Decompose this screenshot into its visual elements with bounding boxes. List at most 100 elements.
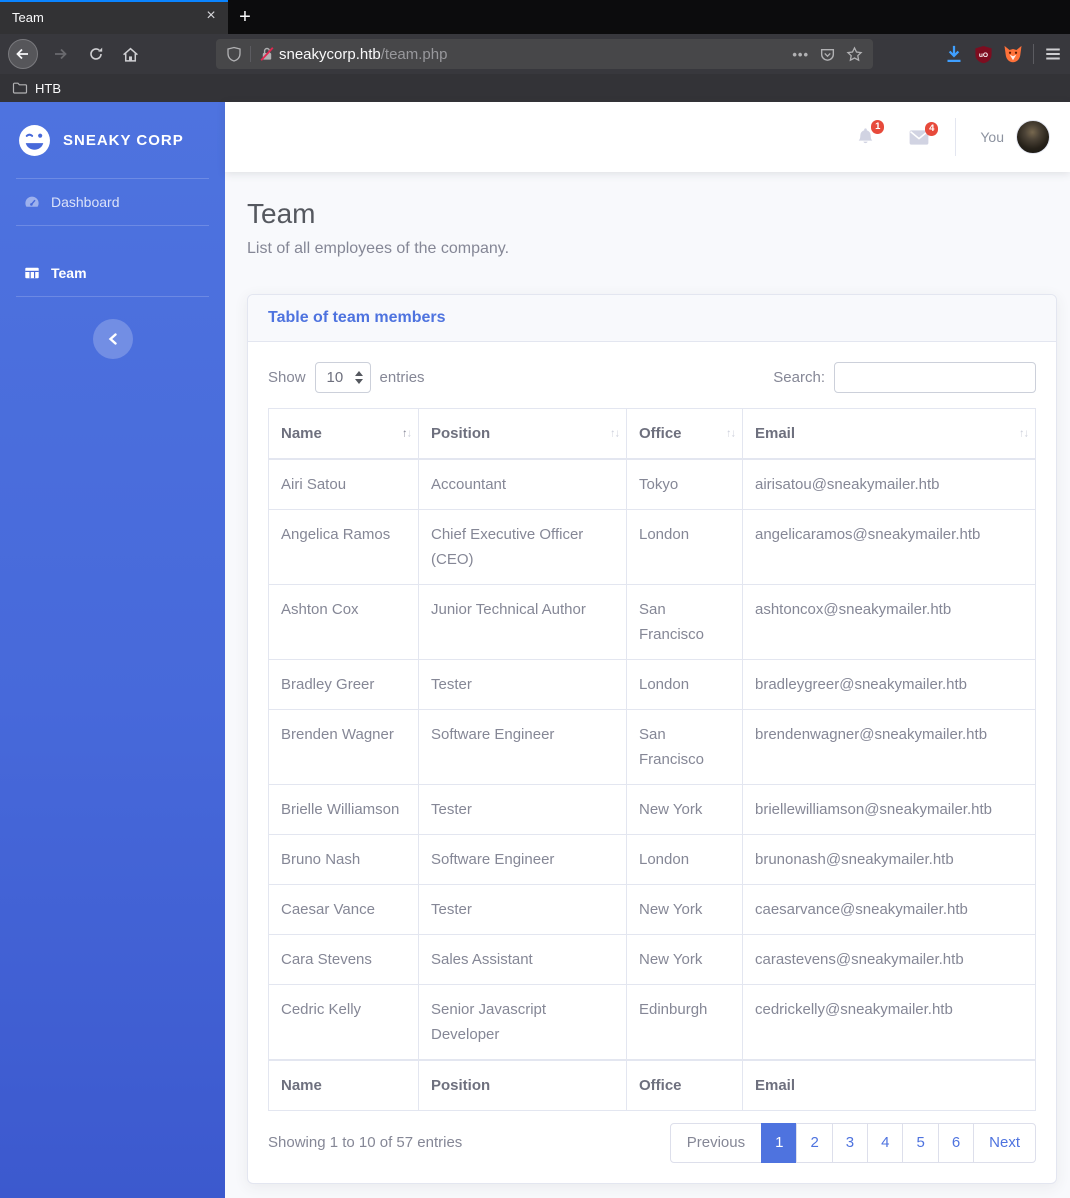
table-row: Airi Satou Accountant Tokyo airisatou@sneak… xyxy=(268,458,1036,510)
back-button[interactable] xyxy=(8,39,38,69)
column-header-name[interactable]: Name ↑↓ xyxy=(268,408,419,460)
bookmark-star-icon[interactable] xyxy=(846,45,863,63)
team-card: Table of team members Show 10 entries Se… xyxy=(247,294,1057,1184)
cell-name: Airi Satou xyxy=(268,458,419,510)
tab-title: Team xyxy=(12,9,44,25)
sidebar-item-dashboard[interactable]: Dashboard xyxy=(0,179,225,225)
page-content: Team List of all employees of the compan… xyxy=(225,172,1070,1184)
tab-strip: Team × + xyxy=(0,0,1070,34)
column-header-position[interactable]: Position ↑↓ xyxy=(418,408,627,460)
brand-label: SNEAKY CORP xyxy=(63,131,184,149)
menu-icon[interactable] xyxy=(1044,45,1062,63)
ublock-icon[interactable]: uO xyxy=(974,45,993,64)
cell-email: bradleygreer@sneakymailer.htb xyxy=(742,659,1036,710)
cell-position: Sales Assistant xyxy=(418,934,627,985)
cell-name: Bruno Nash xyxy=(268,834,419,885)
cell-office: San Francisco xyxy=(626,584,743,660)
cell-name: Cara Stevens xyxy=(268,934,419,985)
alerts-button[interactable]: 1 xyxy=(856,120,885,147)
pagination-page-4[interactable]: 4 xyxy=(867,1123,904,1163)
pagination-previous[interactable]: Previous xyxy=(669,1123,763,1163)
sort-icon: ↑↓ xyxy=(1019,427,1029,439)
foxyproxy-icon[interactable] xyxy=(1003,44,1023,64)
column-header-office[interactable]: Office ↑↓ xyxy=(626,408,743,460)
url-bar[interactable]: sneakycorp.htb/team.php ••• xyxy=(216,39,873,69)
cell-name: Bradley Greer xyxy=(268,659,419,710)
messages-button[interactable]: 4 xyxy=(909,121,939,146)
bookmark-htb[interactable]: HTB xyxy=(35,81,61,96)
cell-email: brendenwagner@sneakymailer.htb xyxy=(742,709,1036,785)
page-actions-icon[interactable]: ••• xyxy=(792,47,809,62)
sidebar-toggle-button[interactable] xyxy=(92,319,133,359)
sidebar-item-team[interactable]: Team xyxy=(0,250,225,296)
chevron-left-icon xyxy=(108,333,117,345)
page-subtitle: List of all employees of the company. xyxy=(247,240,510,257)
pagination-next[interactable]: Next xyxy=(973,1123,1036,1163)
footer-header-office: Office xyxy=(626,1059,743,1111)
table-row: Ashton Cox Junior Technical Author San Fra… xyxy=(268,584,1036,660)
cell-email: cedrickelly@sneakymailer.htb xyxy=(742,984,1036,1061)
urlbar-divider xyxy=(250,46,251,62)
url-path: /team.php xyxy=(380,45,448,63)
cell-name: Angelica Ramos xyxy=(268,509,419,585)
table-info: Showing 1 to 10 of 57 entries xyxy=(268,1134,463,1151)
url-host: sneakycorp.htb xyxy=(279,45,381,63)
cell-name: Ashton Cox xyxy=(268,584,419,660)
table-controls: Show 10 entries Search: xyxy=(268,362,1036,393)
show-label: Show xyxy=(268,369,306,386)
pagination-page-3[interactable]: 3 xyxy=(831,1123,869,1163)
cell-office: Tokyo xyxy=(626,458,743,510)
search-label: Search: xyxy=(773,369,825,386)
pagination-page-1[interactable]: 1 xyxy=(761,1123,798,1163)
cell-office: San Francisco xyxy=(626,709,743,785)
footer-header-position: Position xyxy=(418,1059,627,1111)
pagination-page-2[interactable]: 2 xyxy=(796,1123,833,1163)
forward-icon xyxy=(55,48,67,60)
header-row: Name ↑↓ Position ↑↓ Office ↑↓ Email ↑↓ xyxy=(268,408,1036,460)
cell-email: airisatou@sneakymailer.htb xyxy=(742,458,1036,510)
column-header-email[interactable]: Email ↑↓ xyxy=(742,408,1036,460)
messages-badge: 4 xyxy=(925,121,939,136)
toolbar-divider xyxy=(1033,44,1034,64)
forward-button[interactable] xyxy=(48,46,72,62)
cell-position: Chief Executive Officer (CEO) xyxy=(418,509,627,585)
reload-button[interactable] xyxy=(84,46,108,62)
cell-office: New York xyxy=(626,934,743,985)
cell-position: Tester xyxy=(418,884,627,935)
new-tab-button[interactable]: + xyxy=(228,0,262,34)
bookmarks-bar: HTB xyxy=(0,74,1070,102)
select-arrows-icon xyxy=(354,371,363,384)
page-length-select[interactable]: 10 xyxy=(314,362,371,393)
search-input[interactable] xyxy=(834,362,1036,393)
topbar-divider xyxy=(955,118,957,156)
card-header: Table of team members xyxy=(248,295,1056,342)
user-name-label: You xyxy=(980,129,1004,145)
cell-position: Tester xyxy=(418,659,627,710)
topbar: 1 4 You xyxy=(225,102,1070,172)
insecure-lock-icon xyxy=(260,47,274,61)
sidebar-item-label: Dashboard xyxy=(51,194,120,210)
back-icon xyxy=(16,48,28,60)
cell-office: New York xyxy=(626,884,743,935)
browser-tab[interactable]: Team × xyxy=(0,0,228,34)
cell-email: carastevens@sneakymailer.htb xyxy=(742,934,1036,985)
table-row: Cara Stevens Sales Assistant New York caras… xyxy=(268,934,1036,985)
home-button[interactable] xyxy=(118,46,142,63)
cell-email: ashtoncox@sneakymailer.htb xyxy=(742,584,1036,660)
footer-header-name: Name xyxy=(268,1059,419,1111)
cell-position: Senior Javascript Developer xyxy=(418,984,627,1061)
pagination-page-6[interactable]: 6 xyxy=(937,1123,975,1163)
card-body: Show 10 entries Search: Name ↑↓ Position… xyxy=(248,342,1056,1183)
cell-name: Cedric Kelly xyxy=(268,984,419,1061)
sidebar-divider xyxy=(16,296,209,297)
table-row: Caesar Vance Tester New York caesarvance@sn… xyxy=(268,884,1036,935)
cell-position: Tester xyxy=(418,784,627,835)
dashboard-icon xyxy=(24,194,40,210)
download-icon[interactable] xyxy=(944,44,964,64)
tab-close-icon[interactable]: × xyxy=(200,6,222,28)
avatar[interactable] xyxy=(1016,120,1050,154)
pagination-page-5[interactable]: 5 xyxy=(902,1123,939,1163)
table-footer: Showing 1 to 10 of 57 entries Previous 1 2… xyxy=(268,1123,1036,1163)
pocket-icon[interactable] xyxy=(819,46,836,63)
brand[interactable]: SNEAKY CORP xyxy=(0,102,225,178)
